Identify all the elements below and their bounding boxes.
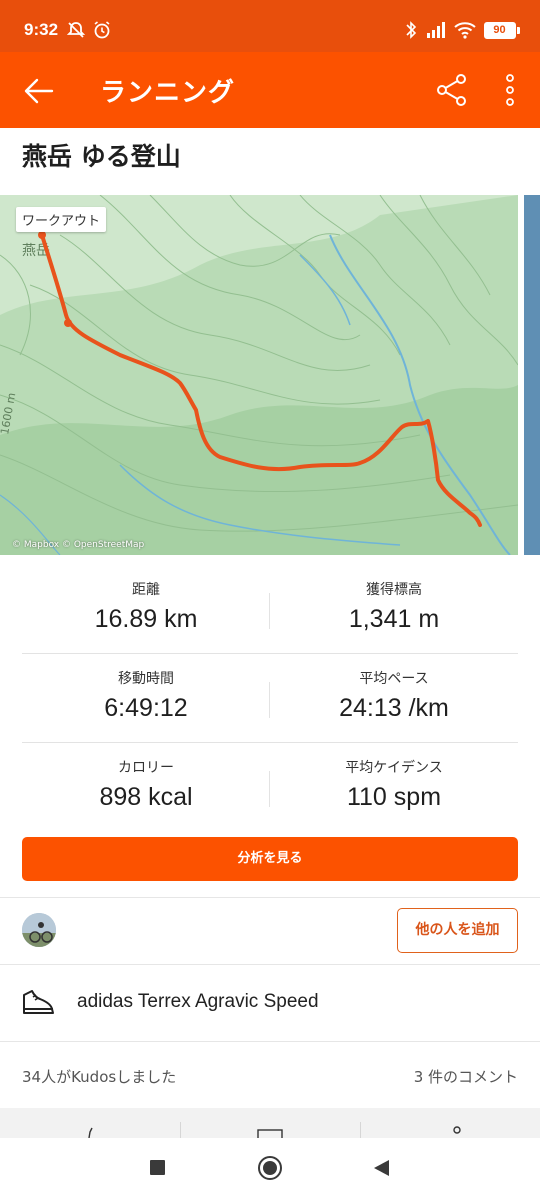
system-nav-bar bbox=[0, 1138, 540, 1200]
avatar-photo bbox=[22, 913, 56, 947]
system-back-button[interactable] bbox=[372, 1158, 390, 1178]
alarm-icon bbox=[94, 21, 110, 39]
status-time: 9:32 bbox=[24, 20, 59, 39]
map-attribution[interactable]: © Mapbox © OpenStreetMap bbox=[12, 540, 144, 550]
activity-action-bar bbox=[0, 1108, 540, 1138]
stat-value: 24:13 /km bbox=[339, 694, 449, 722]
route-waypoint-marker bbox=[64, 319, 72, 327]
stat-label: 獲得標高 bbox=[366, 582, 422, 598]
stat-elevation-gain: 獲得標高 1,341 m bbox=[270, 565, 518, 653]
stats-row: カロリー 898 kcal 平均ケイデンス 110 spm bbox=[22, 743, 518, 832]
battery-icon: 90 bbox=[484, 22, 516, 39]
topo-map-graphic: 1600 m 燕岳 bbox=[0, 195, 518, 555]
action-divider bbox=[360, 1122, 361, 1138]
stat-calories: カロリー 898 kcal bbox=[22, 743, 270, 831]
page-title: ランニング bbox=[100, 78, 236, 108]
avatar[interactable] bbox=[22, 913, 56, 947]
stat-value: 1,341 m bbox=[348, 605, 440, 633]
stat-value: 6:49:12 bbox=[104, 694, 188, 722]
stat-label: 平均ペース bbox=[359, 671, 429, 687]
stat-label: 移動時間 bbox=[118, 671, 174, 687]
add-others-button[interactable]: 他の人を追加 bbox=[397, 908, 518, 953]
comments-count-link[interactable]: 3 件のコメント bbox=[414, 1066, 518, 1087]
stats-row: 距離 16.89 km 獲得標高 1,341 m bbox=[22, 565, 518, 654]
stats-row: 移動時間 6:49:12 平均ペース 24:13 /km bbox=[22, 654, 518, 743]
share-activity-icon[interactable] bbox=[448, 1126, 462, 1138]
status-bar: 9:32 90 bbox=[0, 0, 540, 52]
shoe-icon bbox=[23, 990, 54, 1014]
view-analysis-button[interactable]: 分析を見る bbox=[22, 837, 518, 881]
divider bbox=[0, 897, 540, 898]
stat-value: 110 spm bbox=[346, 783, 442, 811]
kudos-icon[interactable] bbox=[84, 1126, 96, 1138]
more-vertical-icon[interactable] bbox=[498, 72, 522, 108]
activity-title: 燕岳 ゆる登山 bbox=[22, 142, 181, 171]
map-workout-label: ワークアウト bbox=[16, 207, 107, 232]
divider bbox=[0, 1041, 540, 1042]
app-bar: ランニング bbox=[0, 52, 540, 128]
wifi-icon bbox=[454, 22, 476, 39]
battery-tip bbox=[517, 27, 520, 34]
action-divider bbox=[180, 1122, 181, 1138]
stat-label: カロリー bbox=[118, 760, 174, 776]
bluetooth-icon bbox=[406, 21, 417, 39]
route-map[interactable]: 1600 m 燕岳 bbox=[0, 195, 518, 555]
kudos-count-link[interactable]: 34人がKudosしました bbox=[22, 1066, 176, 1087]
muted-bell-icon bbox=[66, 22, 86, 38]
share-icon[interactable] bbox=[434, 72, 470, 108]
stat-label: 距離 bbox=[132, 582, 160, 598]
battery-level: 90 bbox=[493, 24, 506, 36]
map-next-preview[interactable] bbox=[524, 195, 540, 555]
stat-distance: 距離 16.89 km bbox=[22, 565, 270, 653]
stat-value: 898 kcal bbox=[99, 783, 193, 811]
gear-name[interactable]: adidas Terrex Agravic Speed bbox=[77, 991, 319, 1013]
stats-grid: 距離 16.89 km 獲得標高 1,341 m 移動時間 6:49:12 平均… bbox=[22, 565, 518, 832]
stat-value: 16.89 km bbox=[94, 605, 198, 633]
route-start-marker bbox=[38, 231, 46, 239]
back-arrow-icon[interactable] bbox=[22, 74, 56, 108]
stat-avg-cadence: 平均ケイデンス 110 spm bbox=[270, 743, 518, 831]
comment-icon[interactable] bbox=[257, 1126, 283, 1138]
home-button[interactable] bbox=[257, 1155, 283, 1181]
stat-moving-time: 移動時間 6:49:12 bbox=[22, 654, 270, 742]
recent-apps-button[interactable] bbox=[150, 1160, 165, 1175]
stat-avg-pace: 平均ペース 24:13 /km bbox=[270, 654, 518, 742]
signal-icon bbox=[427, 22, 445, 38]
stat-label: 平均ケイデンス bbox=[345, 760, 443, 776]
divider bbox=[0, 964, 540, 965]
